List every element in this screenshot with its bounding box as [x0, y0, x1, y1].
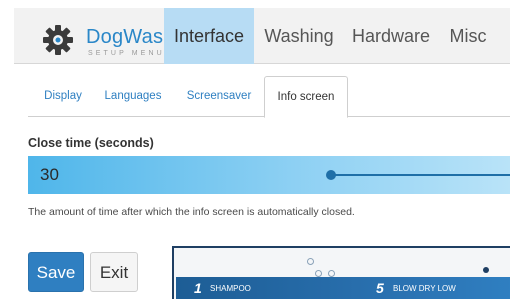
close-time-slider[interactable]: 30: [28, 156, 510, 194]
sub-navigation: Display Languages Screensaver Info scree…: [28, 76, 510, 118]
preview-ring-icon: [315, 270, 322, 277]
close-time-value: 30: [40, 165, 59, 184]
preview-step-label: SHAMPOO: [210, 284, 251, 293]
gear-icon: [43, 25, 73, 55]
close-time-label: Close time (seconds): [28, 136, 154, 150]
preview-step-number: 5: [376, 280, 384, 296]
preview-dot-icon: [483, 267, 489, 273]
subtab-info-screen[interactable]: Info screen: [264, 76, 348, 118]
info-screen-preview: 1 SHAMPOO 5 BLOW DRY LOW: [172, 246, 510, 299]
nav-tab-misc[interactable]: Misc: [442, 8, 494, 64]
brand-subtitle: SETUP MENU: [88, 50, 165, 57]
preview-step-number: 1: [194, 280, 202, 296]
save-button[interactable]: Save: [28, 252, 84, 292]
top-margin: [0, 0, 510, 8]
top-navigation: DogWash SETUP MENU Interface Washing Har…: [14, 8, 510, 64]
subtab-screensaver[interactable]: Screensaver: [182, 76, 256, 117]
nav-tab-interface[interactable]: Interface: [164, 8, 254, 64]
preview-ring-icon: [307, 258, 314, 265]
slider-thumb[interactable]: [326, 170, 336, 180]
slider-track[interactable]: [330, 174, 510, 176]
brand-name: DogWash: [86, 26, 175, 48]
exit-button[interactable]: Exit: [90, 252, 138, 292]
subtab-display[interactable]: Display: [36, 76, 90, 117]
preview-step-label: BLOW DRY LOW: [393, 284, 456, 293]
preview-ring-icon: [328, 270, 335, 277]
close-time-help: The amount of time after which the info …: [28, 206, 355, 218]
app-logo: DogWash SETUP MENU: [28, 16, 180, 60]
nav-tab-washing[interactable]: Washing: [258, 8, 340, 64]
subtab-languages[interactable]: Languages: [100, 76, 166, 117]
nav-tab-hardware[interactable]: Hardware: [346, 8, 436, 64]
